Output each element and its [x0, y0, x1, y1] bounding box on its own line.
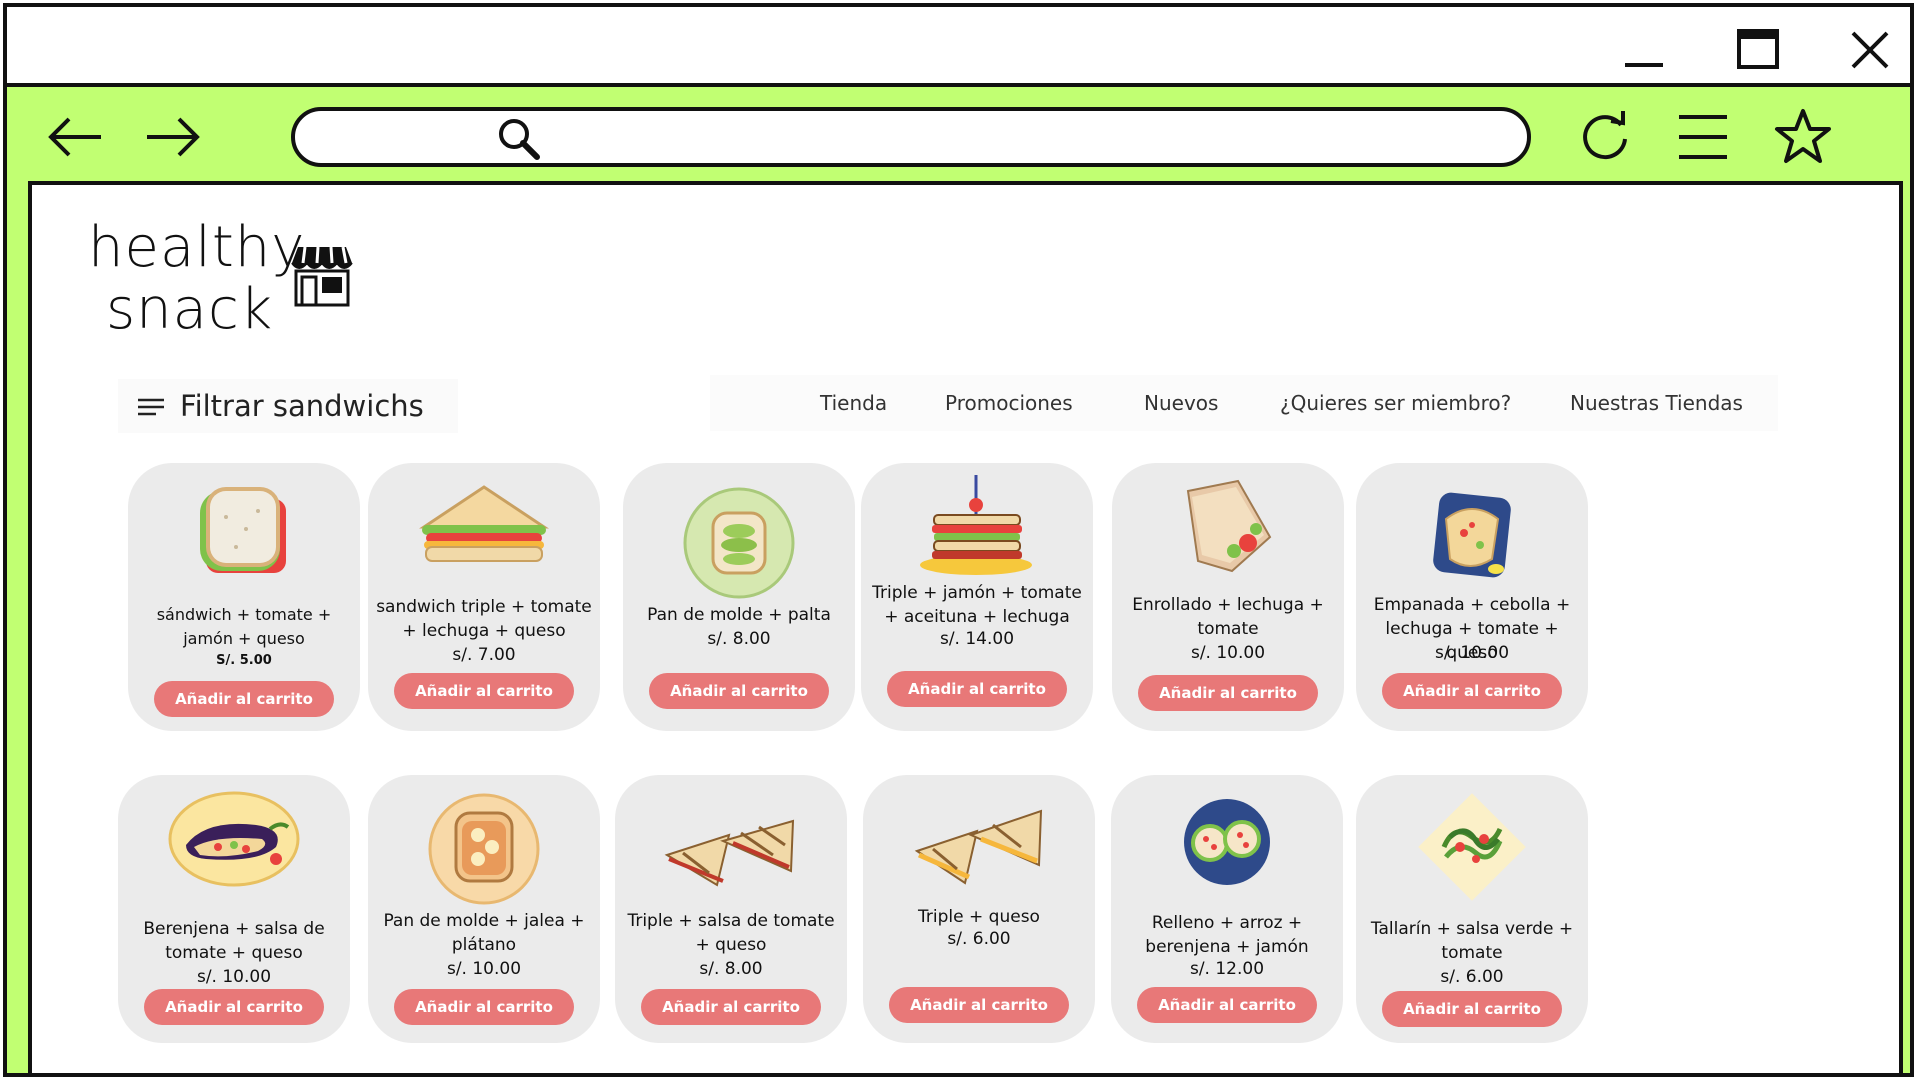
- title-bar: [7, 7, 1910, 87]
- product-card: Triple + queso s/. 6.00 Añadir al carrit…: [863, 775, 1095, 1043]
- store-icon: [291, 246, 353, 307]
- browser-window: healthy snack Filtrar sandwichs Tienda P…: [3, 3, 1914, 1077]
- product-name: Triple + jamón + tomate + aceituna + lec…: [872, 583, 1082, 627]
- product-name: Pan de molde + jalea + plátano: [383, 911, 585, 955]
- sandwich-slice-icon: [200, 487, 286, 573]
- grilled-sandwich-icon: [664, 819, 795, 887]
- product-price: S/. 5.00: [216, 653, 272, 668]
- arrow-left-icon: [48, 117, 101, 157]
- tab-promociones[interactable]: Promociones: [945, 391, 1073, 415]
- product-card: Enrollado + lechuga + tomate s/. 10.00 A…: [1112, 463, 1344, 731]
- address-bar[interactable]: [291, 107, 1531, 167]
- nav-tabs: Tienda Promociones Nuevos ¿Quieres ser m…: [710, 375, 1778, 431]
- forward-button[interactable]: [143, 107, 203, 167]
- product-price: s/. 10.00: [1434, 643, 1510, 663]
- menu-button[interactable]: [1673, 107, 1733, 167]
- tab-tienda[interactable]: Tienda: [820, 391, 887, 415]
- maximize-icon: [1737, 29, 1779, 69]
- star-icon: [1775, 109, 1831, 163]
- product-price: s/. 14.00: [939, 629, 1015, 649]
- add-to-cart-button[interactable]: Añadir al carrito: [641, 989, 821, 1025]
- product-card: Pan de molde + palta s/. 8.00 Añadir al …: [623, 463, 855, 731]
- product-card: Relleno + arroz + berenjena + jamón s/. …: [1111, 775, 1343, 1043]
- product-price: s/. 7.00: [452, 645, 516, 665]
- bookmark-button[interactable]: [1773, 107, 1833, 167]
- add-to-cart-button[interactable]: Añadir al carrito: [1382, 673, 1562, 709]
- add-to-cart-button[interactable]: Añadir al carrito: [1382, 991, 1562, 1027]
- product-name: Berenjena + salsa de tomate + queso: [143, 919, 325, 963]
- add-to-cart-button[interactable]: Añadir al carrito: [394, 989, 574, 1025]
- back-button[interactable]: [45, 107, 105, 167]
- filter-lines-icon: [138, 398, 164, 416]
- product-card: Triple + jamón + tomate + aceituna + lec…: [861, 463, 1093, 731]
- site-logo[interactable]: healthy snack: [88, 215, 353, 342]
- product-price: s/. 10.00: [446, 959, 522, 979]
- add-to-cart-button[interactable]: Añadir al carrito: [1137, 987, 1317, 1023]
- maximize-button[interactable]: [1733, 25, 1783, 75]
- quesadilla-icon: [1433, 492, 1511, 578]
- add-to-cart-button[interactable]: Añadir al carrito: [889, 987, 1069, 1023]
- product-name: Pan de molde + palta: [647, 605, 831, 625]
- address-input[interactable]: [557, 121, 1461, 155]
- hamburger-menu-icon: [1679, 115, 1727, 159]
- club-sandwich-icon: [920, 475, 1032, 575]
- stuffed-peppers-icon: [1184, 799, 1270, 885]
- product-card: sándwich + tomate + jamón + queso S/. 5.…: [128, 463, 360, 731]
- reload-icon: [1583, 111, 1627, 160]
- tab-nuestras-tiendas[interactable]: Nuestras Tiendas: [1570, 391, 1743, 415]
- reload-button[interactable]: [1575, 107, 1635, 167]
- minimize-button[interactable]: [1619, 25, 1669, 75]
- logo-text-line2: snack: [106, 277, 274, 342]
- green-noodles-icon: [1418, 793, 1526, 901]
- product-price: s/. 6.00: [1440, 967, 1504, 987]
- close-button[interactable]: [1845, 25, 1895, 75]
- product-card: sandwich triple + tomate + lechuga + que…: [368, 463, 600, 731]
- wrap-icon: [1186, 479, 1272, 573]
- product-name: Triple + queso: [918, 907, 1040, 927]
- product-card: Berenjena + salsa de tomate + queso s/. …: [118, 775, 350, 1043]
- arrow-right-icon: [147, 117, 200, 157]
- filter-sandwiches-button[interactable]: Filtrar sandwichs: [118, 379, 458, 433]
- product-name: Triple + salsa de tomate + queso: [627, 911, 835, 955]
- add-to-cart-button[interactable]: Añadir al carrito: [1138, 675, 1318, 711]
- add-to-cart-button[interactable]: Añadir al carrito: [887, 671, 1067, 707]
- filter-label: Filtrar sandwichs: [180, 389, 424, 423]
- product-price: s/. 10.00: [196, 967, 272, 987]
- product-card: Empanada + cebolla + lechuga + tomate + …: [1356, 463, 1588, 731]
- eggplant-icon: [168, 791, 300, 887]
- product-price: s/. 8.00: [707, 629, 771, 649]
- close-icon: [1851, 31, 1889, 69]
- product-name: sándwich + tomate + jamón + queso: [156, 605, 332, 648]
- product-name: Tallarín + salsa verde + tomate: [1370, 919, 1574, 963]
- product-name: Enrollado + lechuga + tomate: [1132, 595, 1324, 639]
- product-price: s/. 10.00: [1190, 643, 1266, 663]
- product-card: Tallarín + salsa verde + tomate s/. 6.00…: [1356, 775, 1588, 1043]
- minimize-icon: [1625, 63, 1663, 67]
- search-icon: [499, 119, 540, 160]
- add-to-cart-button[interactable]: Añadir al carrito: [144, 989, 324, 1025]
- product-price: s/. 8.00: [699, 959, 763, 979]
- product-card: Triple + salsa de tomate + queso s/. 8.0…: [615, 775, 847, 1043]
- logo-text-line1: healthy: [88, 215, 306, 280]
- product-price: s/. 12.00: [1189, 959, 1265, 979]
- avocado-toast-icon: [683, 487, 795, 599]
- product-card: Pan de molde + jalea + plátano s/. 10.00…: [368, 775, 600, 1043]
- product-name: Relleno + arroz + berenjena + jamón: [1145, 913, 1309, 957]
- add-to-cart-button[interactable]: Añadir al carrito: [394, 673, 574, 709]
- product-price: s/. 6.00: [947, 929, 1011, 949]
- tab-nuevos[interactable]: Nuevos: [1144, 391, 1218, 415]
- add-to-cart-button[interactable]: Añadir al carrito: [649, 673, 829, 709]
- triangle-sandwich-icon: [419, 485, 549, 562]
- page-content: healthy snack Filtrar sandwichs Tienda P…: [28, 181, 1903, 1073]
- banana-toast-icon: [428, 793, 540, 905]
- tab-membership[interactable]: ¿Quieres ser miembro?: [1280, 391, 1511, 415]
- navigation-bar: [7, 87, 1910, 187]
- product-name: sandwich triple + tomate + lechuga + que…: [376, 597, 592, 641]
- add-to-cart-button[interactable]: Añadir al carrito: [154, 681, 334, 717]
- cheese-toastie-icon: [914, 809, 1043, 885]
